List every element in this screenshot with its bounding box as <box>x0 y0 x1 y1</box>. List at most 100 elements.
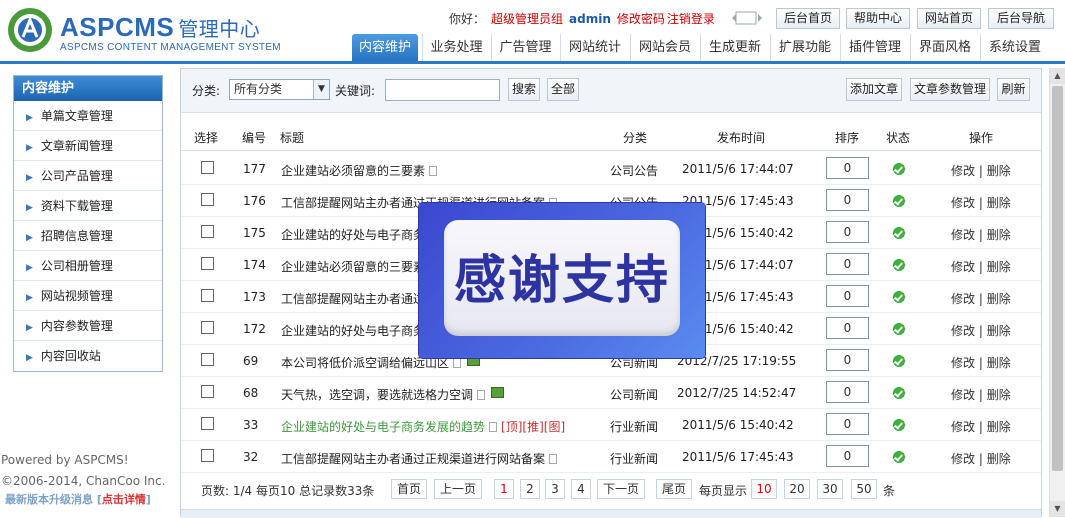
delete-link[interactable]: 删除 <box>987 356 1011 370</box>
edit-link[interactable]: 修改 <box>951 452 975 466</box>
status-check-icon[interactable] <box>893 163 905 175</box>
delete-link[interactable]: 删除 <box>987 420 1011 434</box>
change-password-link[interactable]: 修改密码 <box>617 12 665 26</box>
row-title-link[interactable]: 企业建站必须留意的三要素 <box>281 164 425 178</box>
tab-themes[interactable]: 界面风格 <box>910 34 979 62</box>
tab-generate[interactable]: 生成更新 <box>700 34 769 62</box>
edit-link[interactable]: 修改 <box>951 260 975 274</box>
row-checkbox[interactable] <box>201 193 214 206</box>
row-sort-input[interactable]: 0 <box>826 413 869 435</box>
edit-link[interactable]: 修改 <box>951 164 975 178</box>
refresh-button[interactable]: 刷新 <box>997 78 1030 101</box>
row-sort-input[interactable]: 0 <box>826 189 869 211</box>
delete-link[interactable]: 删除 <box>987 228 1011 242</box>
tab-settings[interactable]: 系统设置 <box>980 34 1049 62</box>
page-2-button[interactable]: 2 <box>520 479 540 499</box>
delete-link[interactable]: 删除 <box>987 452 1011 466</box>
status-check-icon[interactable] <box>893 259 905 271</box>
tab-ads[interactable]: 广告管理 <box>491 34 559 62</box>
vertical-scrollbar[interactable]: ▲ ▼ <box>1049 68 1065 517</box>
row-title-link[interactable]: 企业建站必须留意的三要素 <box>281 260 425 274</box>
prev-page-button[interactable]: 上一页 <box>434 479 482 499</box>
per-page-20[interactable]: 20 <box>784 479 810 499</box>
row-sort-input[interactable]: 0 <box>826 253 869 275</box>
page-3-button[interactable]: 3 <box>545 479 565 499</box>
row-checkbox[interactable] <box>201 161 214 174</box>
logout-link[interactable]: 注销登录 <box>667 12 715 26</box>
admin-home-link[interactable]: 后台首页 <box>776 8 840 29</box>
tab-business[interactable]: 业务处理 <box>422 34 490 62</box>
sidebar-item-jobs[interactable]: ▶ 招聘信息管理 <box>14 221 162 251</box>
edit-link[interactable]: 修改 <box>951 356 975 370</box>
tab-content[interactable]: 内容维护 <box>352 34 418 62</box>
status-check-icon[interactable] <box>893 355 905 367</box>
delete-link[interactable]: 删除 <box>987 260 1011 274</box>
per-page-10[interactable]: 10 <box>751 479 777 499</box>
delete-link[interactable]: 删除 <box>987 324 1011 338</box>
keyword-input[interactable] <box>385 79 500 101</box>
tab-stats[interactable]: 网站统计 <box>560 34 629 62</box>
status-check-icon[interactable] <box>893 291 905 303</box>
row-sort-input[interactable]: 0 <box>826 445 869 467</box>
edit-link[interactable]: 修改 <box>951 324 975 338</box>
delete-link[interactable]: 删除 <box>987 164 1011 178</box>
page-4-button[interactable]: 4 <box>571 479 591 499</box>
next-page-button[interactable]: 下一页 <box>597 479 645 499</box>
show-all-button[interactable]: 全部 <box>547 78 579 101</box>
row-sort-input[interactable]: 0 <box>826 317 869 339</box>
sidebar-item-single-article[interactable]: ▶ 单篇文章管理 <box>14 101 162 131</box>
row-checkbox[interactable] <box>201 289 214 302</box>
status-check-icon[interactable] <box>893 387 905 399</box>
row-sort-input[interactable]: 0 <box>826 221 869 243</box>
row-title-link[interactable]: 天气热，选空调，要选就选格力空调 <box>281 388 473 402</box>
scroll-down-icon[interactable]: ▼ <box>1050 501 1065 517</box>
row-title-link[interactable]: 工信部提醒网站主办者通过正规渠道进行网站备案 <box>281 452 545 466</box>
help-center-link[interactable]: 帮助中心 <box>846 8 910 29</box>
edit-link[interactable]: 修改 <box>951 228 975 242</box>
row-sort-input[interactable]: 0 <box>826 349 869 371</box>
row-checkbox[interactable] <box>201 321 214 334</box>
row-checkbox[interactable] <box>201 385 214 398</box>
row-checkbox[interactable] <box>201 257 214 270</box>
delete-link[interactable]: 删除 <box>987 196 1011 210</box>
row-checkbox[interactable] <box>201 449 214 462</box>
row-title-link[interactable]: 企业建站的好处与电子商务发展的趋势 <box>281 420 485 434</box>
status-check-icon[interactable] <box>893 323 905 335</box>
tab-plugins[interactable]: 插件管理 <box>840 34 909 62</box>
status-check-icon[interactable] <box>893 195 905 207</box>
tab-extensions[interactable]: 扩展功能 <box>770 34 839 62</box>
delete-link[interactable]: 删除 <box>987 388 1011 402</box>
per-page-50[interactable]: 50 <box>851 479 877 499</box>
row-checkbox[interactable] <box>201 225 214 238</box>
page-1-button[interactable]: 1 <box>494 479 514 499</box>
per-page-30[interactable]: 30 <box>817 479 843 499</box>
sidebar-item-recycle[interactable]: ▶ 内容回收站 <box>14 341 162 371</box>
site-home-link[interactable]: 网站首页 <box>917 8 981 29</box>
row-title-link[interactable]: 本公司将低价派空调给偏远山区 <box>281 356 449 370</box>
row-sort-input[interactable]: 0 <box>826 157 869 179</box>
row-sort-input[interactable]: 0 <box>826 285 869 307</box>
category-select[interactable]: 所有分类 ▼ <box>229 79 330 100</box>
sidebar-item-products[interactable]: ▶ 公司产品管理 <box>14 161 162 191</box>
edit-link[interactable]: 修改 <box>951 388 975 402</box>
sidebar-item-news[interactable]: ▶ 文章新闻管理 <box>14 131 162 161</box>
status-check-icon[interactable] <box>893 227 905 239</box>
first-page-button[interactable]: 首页 <box>391 479 427 499</box>
admin-nav-link[interactable]: 后台导航 <box>988 8 1054 29</box>
sidebar-item-downloads[interactable]: ▶ 资料下载管理 <box>14 191 162 221</box>
sidebar-item-params[interactable]: ▶ 内容参数管理 <box>14 311 162 341</box>
search-button[interactable]: 搜索 <box>508 78 540 101</box>
upgrade-details-link[interactable]: 点击详情 <box>102 493 146 506</box>
row-checkbox[interactable] <box>201 353 214 366</box>
sidebar-item-video[interactable]: ▶ 网站视频管理 <box>14 281 162 311</box>
sidebar-toggle-icon[interactable] <box>728 10 766 26</box>
sidebar-item-album[interactable]: ▶ 公司相册管理 <box>14 251 162 281</box>
edit-link[interactable]: 修改 <box>951 420 975 434</box>
add-article-button[interactable]: 添加文章 <box>846 78 902 101</box>
last-page-button[interactable]: 尾页 <box>656 479 692 499</box>
scroll-thumb[interactable] <box>1052 86 1063 471</box>
tab-members[interactable]: 网站会员 <box>630 34 699 62</box>
row-sort-input[interactable]: 0 <box>826 381 869 403</box>
edit-link[interactable]: 修改 <box>951 196 975 210</box>
status-check-icon[interactable] <box>893 419 905 431</box>
